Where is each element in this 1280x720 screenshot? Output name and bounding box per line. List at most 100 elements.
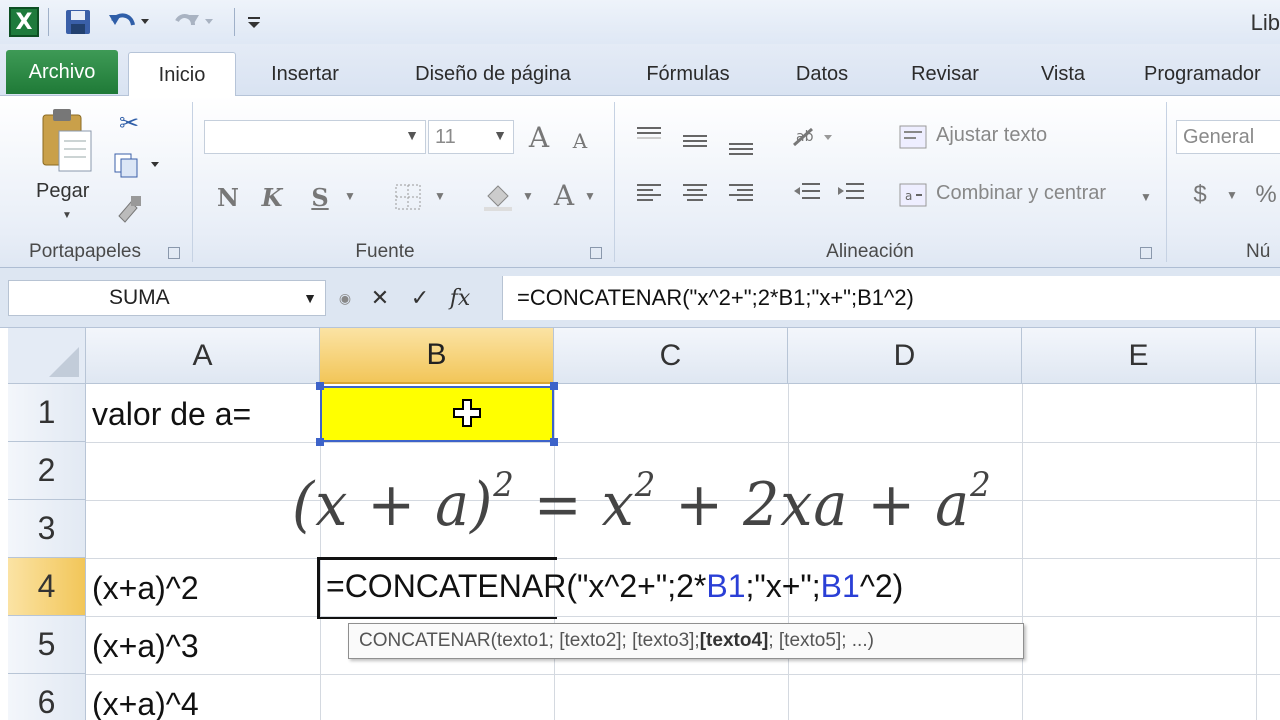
borders-icon[interactable] [390,180,426,214]
font-launcher-icon[interactable] [590,247,602,259]
number-format-combo[interactable]: General [1176,120,1280,154]
align-left-icon[interactable] [632,180,666,206]
selection-handle[interactable] [316,382,324,390]
cell-a1[interactable]: valor de a= [92,386,251,442]
wrap-text-icon[interactable] [896,122,930,152]
tooltip-current-arg[interactable]: [texto4] [700,630,769,652]
equation-image: (x + a)2 = x2 + 2xa + a2 [292,465,992,540]
cell-a4[interactable]: (x+a)^2 [92,560,199,616]
insert-function-icon[interactable]: fx [440,280,480,316]
align-right-icon[interactable] [724,180,758,206]
cut-icon[interactable]: ✂ [114,108,144,138]
chevron-down-icon[interactable]: ▼ [582,186,598,206]
paste-button[interactable]: Pegar [36,180,89,203]
decrease-indent-icon[interactable] [790,180,824,206]
selection-handle[interactable] [550,382,558,390]
orientation-icon[interactable]: ab [788,122,838,152]
column-header-b[interactable]: B [320,328,554,384]
align-bottom-icon[interactable] [724,134,758,160]
tab-file[interactable]: Archivo [6,50,118,94]
row-header-1[interactable]: 1 [8,384,86,442]
formula-input[interactable]: =CONCATENAR("x^2+";2*B1;"x+";B1^2) [502,276,1280,320]
redo-icon[interactable] [168,6,218,38]
chevron-down-icon: ▼ [405,127,419,143]
clipboard-launcher-icon[interactable] [168,247,180,259]
column-header-a[interactable]: A [86,328,320,384]
copy-icon[interactable] [112,150,162,180]
function-tooltip[interactable]: CONCATENAR(texto1; [texto2]; [texto3]; [… [348,623,1024,659]
italic-button[interactable]: K [256,180,288,214]
currency-button[interactable]: $ [1186,180,1214,210]
underline-button[interactable]: S [304,180,336,214]
tab-formulas[interactable]: Fórmulas [626,52,750,96]
save-icon[interactable] [60,6,96,38]
undo-icon[interactable] [104,6,154,38]
cell-b1-selected[interactable] [320,386,554,442]
tab-page-layout[interactable]: Diseño de página [380,52,606,96]
spreadsheet-grid: A B C D E 1 2 3 4 5 6 valor de a= (x + a… [0,328,1280,720]
cell-a5[interactable]: (x+a)^3 [92,618,199,674]
chevron-down-icon[interactable]: ▼ [520,186,536,206]
gridline [86,558,1280,559]
row-header-2[interactable]: 2 [8,442,86,500]
svg-text:ab: ab [796,129,814,145]
group-separator [192,102,193,262]
tab-data[interactable]: Datos [774,52,870,96]
percent-button[interactable]: % [1252,180,1280,210]
enter-icon[interactable]: ✓ [400,280,440,316]
row-header-3[interactable]: 3 [8,500,86,558]
chevron-down-icon: ▼ [493,127,507,143]
tab-developer[interactable]: Programador [1130,52,1280,96]
tab-view[interactable]: Vista [1020,52,1106,96]
selection-handle[interactable] [550,438,558,446]
font-name-combo[interactable]: ▼ [204,120,426,154]
fill-color-icon[interactable] [478,180,518,214]
tooltip-signature[interactable]: CONCATENAR(texto1; [texto2]; [texto3]; [359,630,700,652]
column-header-e[interactable]: E [1022,328,1256,384]
chevron-down-icon[interactable]: ▼ [432,186,448,206]
grow-font-icon[interactable]: A [522,120,556,154]
tab-review[interactable]: Revisar [890,52,1000,96]
font-size-combo[interactable]: 11 ▼ [428,120,514,154]
chevron-down-icon[interactable]: ▼ [303,290,317,306]
cell-b4-editing[interactable]: =CONCATENAR("x^2+";2*B1;"x+";B1^2) [326,568,903,605]
column-header-c[interactable]: C [554,328,788,384]
gridline [788,384,789,720]
shrink-font-icon[interactable]: A [566,126,594,156]
cancel-icon[interactable]: ✕ [360,280,400,316]
wrap-text-button[interactable]: Ajustar texto [936,124,1047,147]
alignment-launcher-icon[interactable] [1140,247,1152,259]
splitter-icon[interactable]: ◉ [330,280,360,316]
equation-exponent: 2 [970,465,992,505]
merge-center-button[interactable]: Combinar y centrar [936,182,1106,205]
chevron-down-icon[interactable]: ▼ [342,186,358,206]
column-header-f[interactable] [1256,328,1280,384]
select-all-button[interactable] [8,328,86,384]
cell-a6[interactable]: (x+a)^4 [92,676,199,720]
bold-button[interactable]: N [212,180,244,214]
align-middle-icon[interactable] [678,128,712,154]
column-header-d[interactable]: D [788,328,1022,384]
format-painter-icon[interactable] [114,194,146,224]
title-bar: X Lib [0,0,1280,44]
customize-toolbar-icon[interactable] [242,6,266,38]
equation-lhs: (x + a) [292,470,494,540]
formula-reference: B1 [706,568,746,604]
excel-icon[interactable]: X [6,6,42,38]
merge-center-icon[interactable]: a [896,180,930,210]
name-box[interactable]: SUMA ▼ [8,280,326,316]
chevron-down-icon[interactable]: ▼ [60,208,74,222]
align-top-icon[interactable] [632,122,666,148]
increase-indent-icon[interactable] [834,180,868,206]
font-color-icon[interactable]: A [548,178,580,212]
tab-insert[interactable]: Insertar [250,52,360,96]
selection-handle[interactable] [316,438,324,446]
paste-icon[interactable] [36,106,98,178]
row-header-6[interactable]: 6 [8,674,86,720]
row-header-4[interactable]: 4 [8,558,86,616]
chevron-down-icon[interactable]: ▼ [1224,186,1240,204]
chevron-down-icon[interactable]: ▼ [1138,188,1154,206]
align-center-icon[interactable] [678,180,712,206]
tab-home[interactable]: Inicio [128,52,236,98]
row-header-5[interactable]: 5 [8,616,86,674]
